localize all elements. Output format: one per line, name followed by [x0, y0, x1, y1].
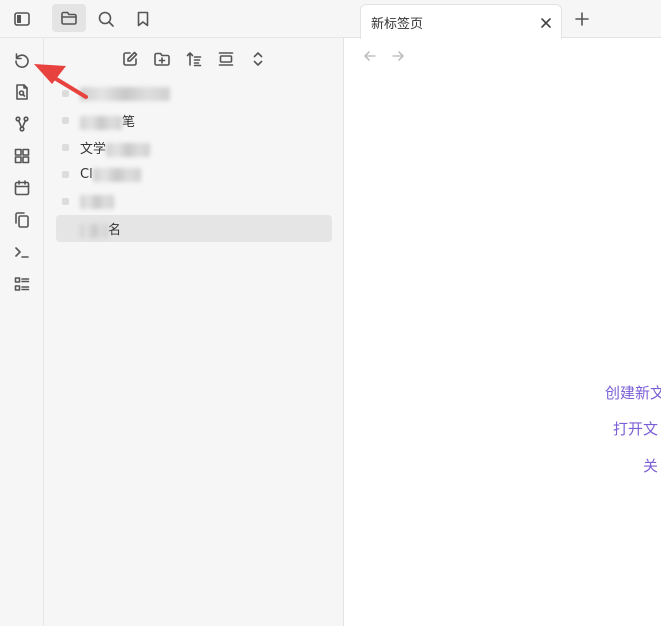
undo-icon[interactable] — [10, 48, 34, 72]
editor-pane: 新标签页 创建新文 打开文 关 — [344, 0, 661, 626]
tree-item[interactable] — [56, 80, 332, 107]
folder-icon[interactable] — [52, 4, 86, 32]
redacted-text — [80, 223, 108, 238]
calendar-icon[interactable] — [10, 176, 34, 200]
tree-item-label: 笔 — [80, 111, 135, 130]
tab-new-tab[interactable]: 新标签页 — [360, 4, 562, 39]
close-icon[interactable] — [539, 15, 553, 29]
tree-item-bullet — [62, 144, 69, 151]
tree-item-label: Cl — [80, 167, 141, 182]
new-folder-icon[interactable] — [150, 47, 174, 71]
back-arrow-icon[interactable] — [362, 48, 378, 64]
sidebar-header — [0, 0, 344, 38]
search-file-icon[interactable] — [10, 80, 34, 104]
tree-item[interactable]: 笔 — [56, 107, 332, 134]
create-new-file-link[interactable]: 创建新文 — [605, 382, 661, 403]
redacted-text — [80, 194, 114, 209]
tree-item-bullet — [62, 90, 69, 97]
tree-item-label: 文学 — [80, 138, 151, 157]
copy-icon[interactable] — [10, 208, 34, 232]
tab-bar: 新标签页 — [344, 0, 661, 39]
tree-item[interactable] — [56, 188, 332, 215]
tree-item-label: 名 — [80, 219, 121, 238]
file-tree: 笔 文学 Cl 名 — [56, 80, 332, 242]
open-file-link[interactable]: 打开文 — [613, 418, 658, 439]
tree-item-selected[interactable]: 名 — [56, 215, 332, 242]
forward-arrow-icon[interactable] — [390, 48, 406, 64]
new-note-icon[interactable] — [118, 47, 142, 71]
terminal-icon[interactable] — [10, 240, 34, 264]
collapse-icon[interactable] — [214, 47, 238, 71]
tab-title: 新标签页 — [371, 17, 424, 32]
sort-icon[interactable] — [182, 47, 206, 71]
redacted-text — [80, 115, 122, 130]
tree-item-label — [80, 194, 114, 209]
redacted-text — [92, 167, 141, 182]
tree-item-label — [80, 86, 170, 101]
search-icon[interactable] — [94, 7, 118, 31]
grid-icon[interactable] — [10, 144, 34, 168]
expand-icon[interactable] — [246, 47, 270, 71]
left-sidebar: 笔 文学 Cl 名 — [0, 0, 344, 626]
redacted-text — [80, 86, 170, 101]
tree-item-bullet — [62, 198, 69, 205]
redacted-text — [106, 142, 151, 157]
list-icon[interactable] — [10, 272, 34, 296]
tree-item-bullet — [62, 117, 69, 124]
tree-item[interactable]: Cl — [56, 161, 332, 188]
bookmark-icon[interactable] — [131, 7, 155, 31]
tree-item[interactable]: 文学 — [56, 134, 332, 161]
plus-icon[interactable] — [572, 9, 592, 29]
tree-item-bullet — [62, 171, 69, 178]
graph-icon[interactable] — [10, 112, 34, 136]
close-link[interactable]: 关 — [643, 455, 658, 476]
sidebar-toggle-icon[interactable] — [10, 8, 34, 30]
